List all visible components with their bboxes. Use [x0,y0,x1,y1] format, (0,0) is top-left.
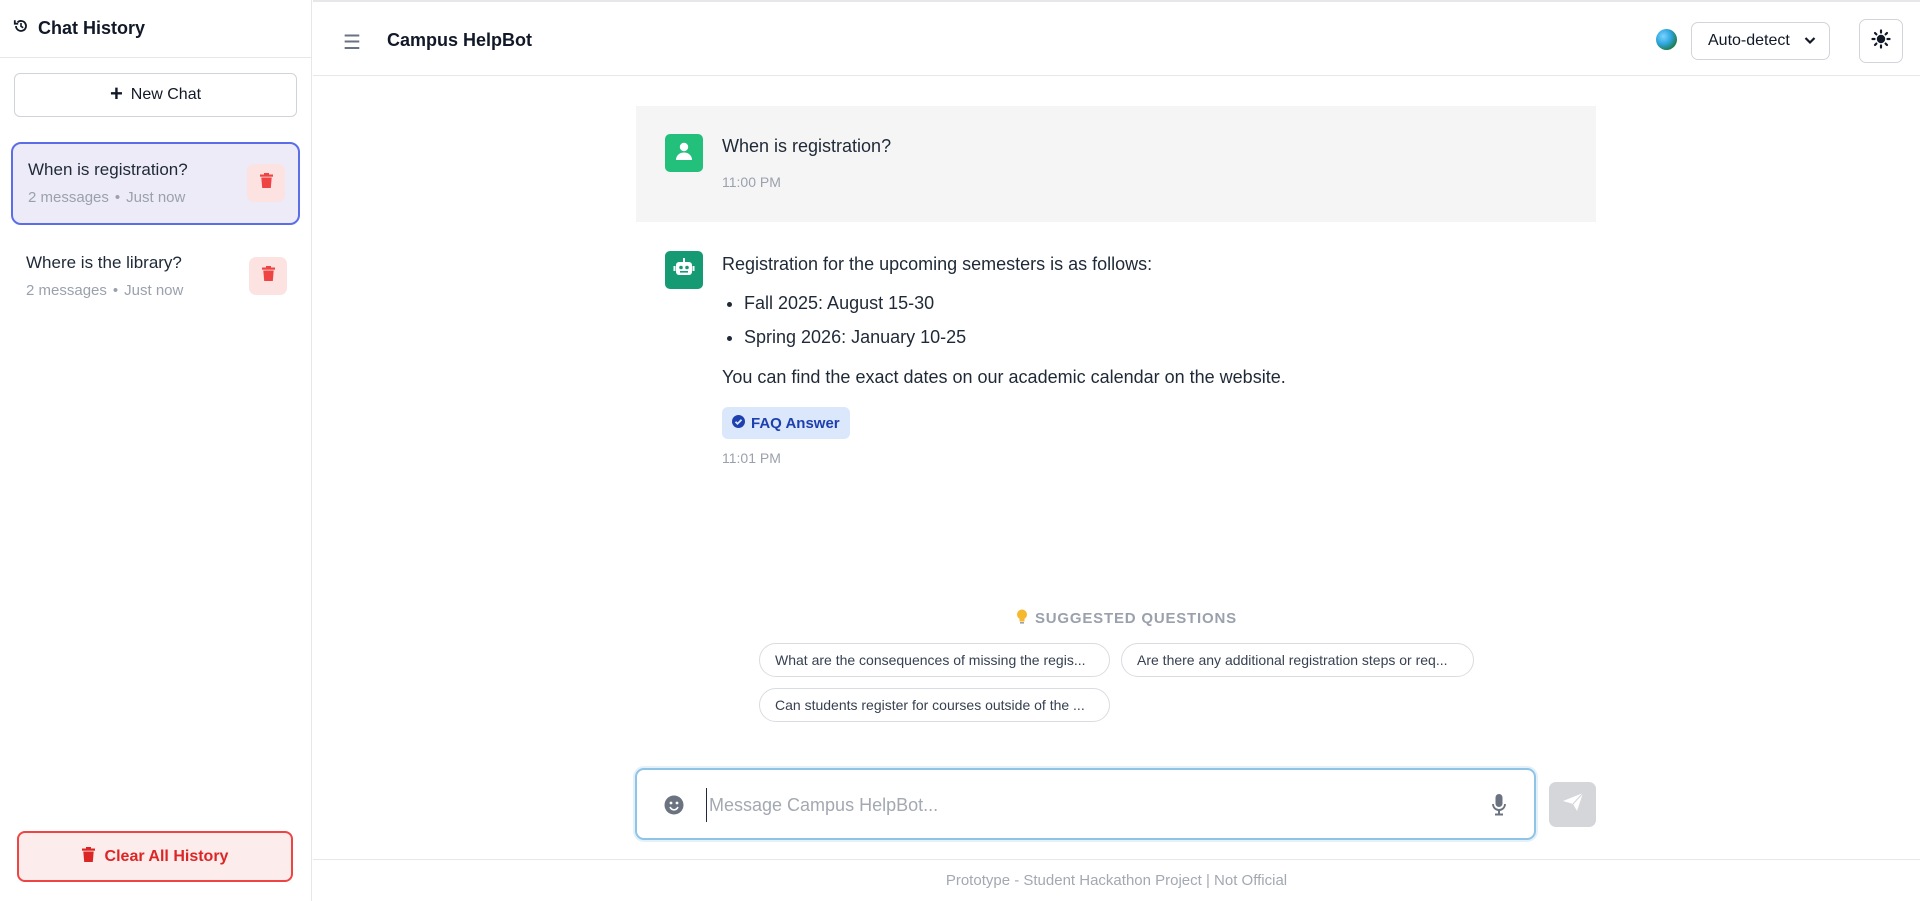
suggested-questions-label: SUGGESTED QUESTIONS [1035,610,1237,627]
list-item: Spring 2026: January 10-25 [744,327,966,348]
new-chat-button[interactable]: + New Chat [14,73,297,117]
chat-item-time: Just now [126,189,186,206]
chevron-down-icon [1803,33,1817,52]
faq-answer-badge: FAQ Answer [722,407,850,439]
top-bar: ☰ Campus HelpBot Auto-detect [313,0,1920,76]
chat-item-title: Where is the library? [26,253,182,272]
suggested-questions-heading: SUGGESTED QUESTIONS [1016,609,1237,628]
check-circle-icon [732,414,745,432]
message-input[interactable] [706,788,1426,822]
language-select-value: Auto-detect [1708,32,1790,49]
message-composer [635,768,1536,840]
chat-item-meta: 2 messages • Just now [26,282,184,299]
chat-item-meta: 2 messages • Just now [28,189,186,206]
history-icon [13,18,29,39]
language-select[interactable]: Auto-detect [1691,22,1830,60]
user-message-time: 11:00 PM [722,174,781,190]
trash-icon [259,173,273,193]
chat-item-time: Just now [124,282,184,299]
trash-icon [261,266,275,286]
clear-all-label: Clear All History [104,847,229,865]
user-avatar [665,134,703,172]
bot-avatar [665,251,703,289]
clear-all-history-button[interactable]: Clear All History [17,831,293,882]
faq-answer-label: FAQ Answer [751,414,840,432]
emoji-icon[interactable] [664,795,684,820]
footer-text: Prototype - Student Hackathon Project | … [945,872,1288,889]
chat-history-item[interactable]: When is registration? 2 messages • Just no… [11,142,300,225]
sun-icon [1871,28,1891,54]
chat-history-item[interactable]: Where is the library? 2 messages • Just no… [11,237,300,320]
send-icon [1562,792,1584,817]
chat-item-title: When is registration? [28,160,188,179]
bot-message-outro: You can find the exact dates on our acad… [722,367,1286,387]
list-item: Fall 2025: August 15-30 [744,293,966,314]
send-button[interactable] [1549,782,1596,827]
menu-toggle-icon[interactable]: ☰ [343,30,361,55]
footer: Prototype - Student Hackathon Project | … [313,859,1920,901]
sidebar-title: Chat History [38,18,146,38]
trash-icon [81,846,95,867]
plus-icon: + [109,81,123,106]
app-title: Campus HelpBot [387,30,533,50]
chat-item-count: 2 messages [26,282,107,299]
sidebar-header: Chat History [0,0,311,58]
chat-item-count: 2 messages [28,189,109,206]
globe-icon [1656,29,1677,50]
bot-message-list: Fall 2025: August 15-30 Spring 2026: Jan… [722,293,966,361]
chat-history-sidebar: Chat History + New Chat When is registra… [0,0,312,901]
microphone-icon[interactable] [1492,794,1506,821]
bot-message-intro: Registration for the upcoming semesters … [722,254,1153,274]
user-message: When is registration? 11:00 PM [636,106,1596,222]
delete-chat-button[interactable] [249,257,287,295]
user-message-text: When is registration? [722,136,892,156]
bot-message-time: 11:01 PM [722,450,781,466]
lightbulb-icon [1016,609,1028,628]
suggested-question-chip[interactable]: Are there any additional registration st… [1121,643,1474,677]
delete-chat-button[interactable] [247,164,285,202]
robot-icon [673,257,695,284]
bot-message: Registration for the upcoming semesters … [636,222,1596,482]
new-chat-label: New Chat [130,86,202,103]
user-icon [674,141,694,166]
suggested-question-chip[interactable]: What are the consequences of missing the… [759,643,1110,677]
theme-toggle-button[interactable] [1859,19,1903,63]
suggested-question-chip[interactable]: Can students register for courses outsid… [759,688,1110,722]
